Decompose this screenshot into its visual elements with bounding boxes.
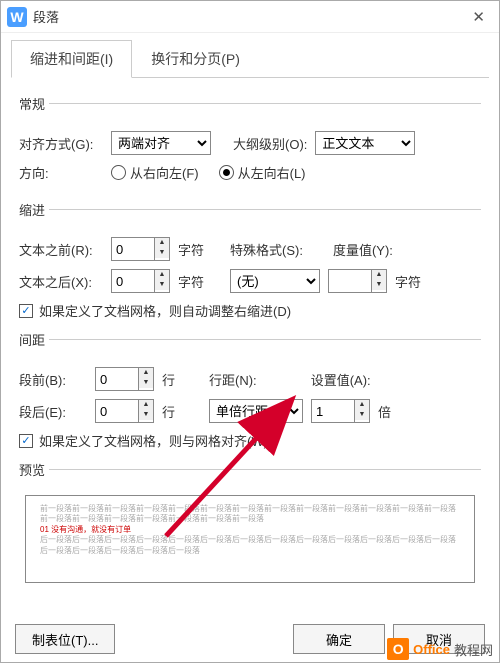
special-format-label: 特殊格式(S): xyxy=(230,240,303,259)
content-pane: 常规 对齐方式(G): 两端对齐 大纲级别(O): 正文文本 方向: 从右向左(… xyxy=(1,78,499,603)
direction-label: 方向: xyxy=(19,163,103,182)
dialog-window: W 段落 ✕ 缩进和间距(I) 换行和分页(P) 常规 对齐方式(G): 两端对… xyxy=(0,0,500,663)
spin-down-icon: ▼ xyxy=(155,280,169,290)
outline-label: 大纲级别(O): xyxy=(233,134,307,153)
spin-up-icon: ▲ xyxy=(355,400,369,410)
measure-spinner[interactable]: ▲▼ xyxy=(328,269,387,293)
radio-icon xyxy=(111,165,126,180)
spin-down-icon: ▼ xyxy=(372,280,386,290)
tab-indent-spacing[interactable]: 缩进和间距(I) xyxy=(11,40,132,78)
spin-up-icon: ▲ xyxy=(139,400,153,410)
spin-down-icon: ▼ xyxy=(139,410,153,420)
general-group: 常规 对齐方式(G): 两端对齐 大纲级别(O): 正文文本 方向: 从右向左(… xyxy=(19,94,481,190)
tab-stops-button[interactable]: 制表位(T)... xyxy=(15,624,115,654)
spin-up-icon: ▲ xyxy=(139,368,153,378)
line-spacing-select[interactable]: 单倍行距 xyxy=(209,399,303,423)
preview-legend: 预览 xyxy=(19,460,49,479)
spacing-group: 间距 段前(B): ▲▼ 行 行距(N): 设置值(A): 段后(E): ▲▼ … xyxy=(19,330,481,450)
spacing-grid-checkbox[interactable]: ✓ 如果定义了文档网格，则与网格对齐(W) xyxy=(19,431,481,450)
space-before-label: 段前(B): xyxy=(19,370,87,389)
line-spacing-label: 行距(N): xyxy=(209,370,257,389)
spin-down-icon: ▼ xyxy=(139,378,153,388)
ok-button[interactable]: 确定 xyxy=(293,624,385,654)
alignment-select[interactable]: 两端对齐 xyxy=(111,131,211,155)
general-legend: 常规 xyxy=(19,94,49,113)
space-before-spinner[interactable]: ▲▼ xyxy=(95,367,154,391)
outline-select[interactable]: 正文文本 xyxy=(315,131,415,155)
window-title: 段落 xyxy=(33,7,464,26)
tab-bar: 缩进和间距(I) 换行和分页(P) xyxy=(11,39,489,78)
tab-line-page-break[interactable]: 换行和分页(P) xyxy=(132,40,259,78)
measure-label: 度量值(Y): xyxy=(333,240,393,259)
preview-group: 预览 前一段落前一段落前一段落前一段落前一段落前一段落前一段落前一段落前一段落前… xyxy=(19,460,481,583)
special-format-select[interactable]: (无) xyxy=(230,269,320,293)
spin-up-icon: ▲ xyxy=(372,270,386,280)
direction-rtl-radio[interactable]: 从右向左(F) xyxy=(111,163,199,182)
indent-after-label: 文本之后(X): xyxy=(19,272,103,291)
checkbox-icon: ✓ xyxy=(19,434,33,448)
indent-before-label: 文本之前(R): xyxy=(19,240,103,259)
set-value-label: 设置值(A): xyxy=(311,370,371,389)
space-after-spinner[interactable]: ▲▼ xyxy=(95,399,154,423)
office-logo-icon: O xyxy=(387,638,409,660)
set-value-spinner[interactable]: ▲▼ xyxy=(311,399,370,423)
preview-box: 前一段落前一段落前一段落前一段落前一段落前一段落前一段落前一段落前一段落前一段落… xyxy=(25,495,475,583)
spacing-legend: 间距 xyxy=(19,330,49,349)
spin-down-icon: ▼ xyxy=(355,410,369,420)
titlebar: W 段落 ✕ xyxy=(1,1,499,33)
alignment-label: 对齐方式(G): xyxy=(19,134,103,153)
indent-group: 缩进 文本之前(R): ▲▼ 字符 特殊格式(S): 度量值(Y): 文本之后(… xyxy=(19,200,481,320)
checkbox-icon: ✓ xyxy=(19,304,33,318)
spin-up-icon: ▲ xyxy=(155,270,169,280)
spin-down-icon: ▼ xyxy=(155,248,169,258)
radio-icon xyxy=(219,165,234,180)
close-button[interactable]: ✕ xyxy=(464,8,493,26)
indent-before-spinner[interactable]: ▲▼ xyxy=(111,237,170,261)
space-after-label: 段后(E): xyxy=(19,402,87,421)
indent-after-spinner[interactable]: ▲▼ xyxy=(111,269,170,293)
spin-up-icon: ▲ xyxy=(155,238,169,248)
direction-ltr-radio[interactable]: 从左向右(L) xyxy=(219,163,306,182)
indent-grid-checkbox[interactable]: ✓ 如果定义了文档网格，则自动调整右缩进(D) xyxy=(19,301,481,320)
watermark: O Office教程网 xyxy=(387,638,493,660)
indent-legend: 缩进 xyxy=(19,200,49,219)
app-icon: W xyxy=(7,7,27,27)
